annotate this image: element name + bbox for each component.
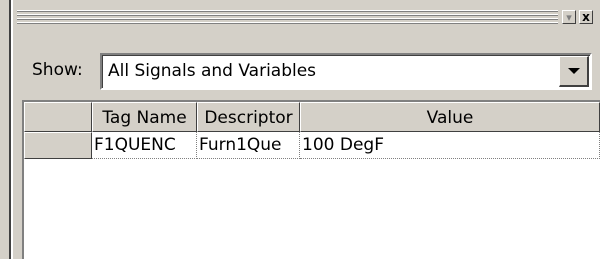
show-filter-select[interactable]: All Signals and Variables	[100, 53, 592, 90]
cell-value[interactable]: 100 DegF	[300, 132, 600, 159]
dropdown-button[interactable]	[559, 56, 589, 87]
title-bar[interactable]: ▾ x	[13, 0, 600, 38]
column-header-tag-name[interactable]: Tag Name	[92, 102, 197, 132]
show-filter-value: All Signals and Variables	[108, 61, 317, 81]
show-label: Show:	[32, 60, 83, 80]
window-left-border	[0, 0, 13, 259]
tag-grid[interactable]: Tag Name Descriptor Value F1QUENC Furn1Q…	[22, 100, 600, 259]
column-header-value[interactable]: Value	[300, 102, 600, 132]
cell-descriptor[interactable]: Furn1Que	[197, 132, 300, 159]
close-icon[interactable]: x	[579, 10, 593, 24]
column-header-corner[interactable]	[24, 102, 92, 132]
column-header-descriptor[interactable]: Descriptor	[197, 102, 300, 132]
chevron-down-icon	[567, 68, 580, 74]
grip-handle[interactable]	[17, 10, 558, 24]
cell-tag-name[interactable]: F1QUENC	[92, 132, 197, 159]
pin-icon[interactable]: ▾	[562, 10, 576, 24]
row-header[interactable]	[24, 132, 92, 159]
